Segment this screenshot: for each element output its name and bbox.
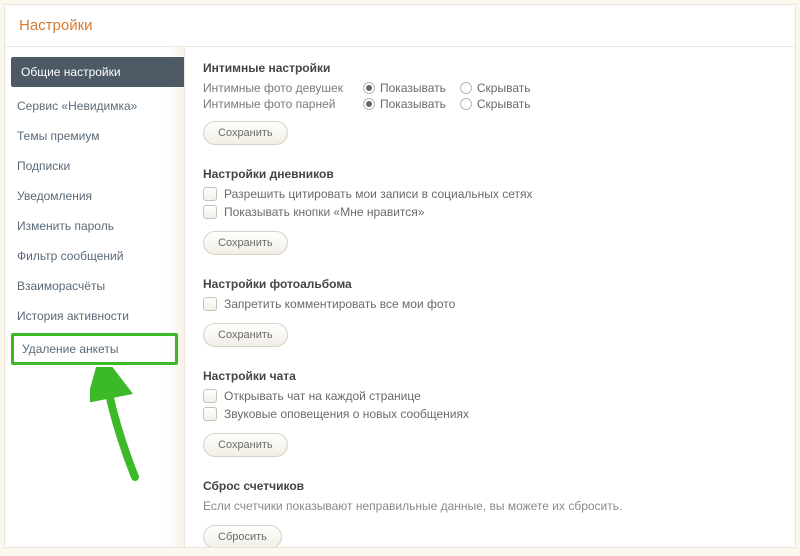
sidebar-item-subscriptions[interactable]: Подписки bbox=[5, 151, 184, 181]
sidebar-item-settlements[interactable]: Взаиморасчёты bbox=[5, 271, 184, 301]
save-button[interactable]: Сохранить bbox=[203, 231, 288, 255]
page-title: Настройки bbox=[19, 17, 781, 34]
checkbox-label: Показывать кнопки «Мне нравится» bbox=[224, 205, 424, 219]
section-title: Настройки дневников bbox=[203, 167, 777, 181]
sidebar-item-general[interactable]: Общие настройки bbox=[11, 57, 184, 87]
section-title: Настройки чата bbox=[203, 369, 777, 383]
checkbox-label: Открывать чат на каждой странице bbox=[224, 389, 421, 403]
sidebar-item-delete-profile[interactable]: Удаление анкеты bbox=[11, 333, 178, 365]
section-title: Интимные настройки bbox=[203, 61, 777, 75]
sidebar-item-message-filter[interactable]: Фильтр сообщений bbox=[5, 241, 184, 271]
page-header: Настройки bbox=[5, 5, 795, 47]
radio-show[interactable]: Показывать bbox=[363, 81, 446, 95]
reset-button[interactable]: Сбросить bbox=[203, 525, 282, 547]
sidebar-item-change-password[interactable]: Изменить пароль bbox=[5, 211, 184, 241]
section-intimate: Интимные настройки Интимные фото девушек… bbox=[203, 61, 777, 145]
radio-dot-icon bbox=[460, 82, 472, 94]
row-label: Интимные фото девушек bbox=[203, 81, 363, 95]
section-title: Сброс счетчиков bbox=[203, 479, 777, 493]
settings-main: Интимные настройки Интимные фото девушек… bbox=[185, 47, 795, 547]
checkbox[interactable] bbox=[203, 407, 217, 421]
checkbox[interactable] bbox=[203, 297, 217, 311]
sidebar-item-invisible[interactable]: Сервис «Невидимка» bbox=[5, 91, 184, 121]
save-button[interactable]: Сохранить bbox=[203, 433, 288, 457]
sidebar-item-activity-history[interactable]: История активности bbox=[5, 301, 184, 331]
section-counters: Сброс счетчиков Если счетчики показывают… bbox=[203, 479, 777, 547]
checkbox-label: Разрешить цитировать мои записи в социал… bbox=[224, 187, 533, 201]
checkbox[interactable] bbox=[203, 205, 217, 219]
radio-dot-icon bbox=[460, 98, 472, 110]
settings-sidebar: Общие настройки Сервис «Невидимка» Темы … bbox=[5, 47, 185, 547]
section-title: Настройки фотоальбома bbox=[203, 277, 777, 291]
section-description: Если счетчики показывают неправильные да… bbox=[203, 499, 777, 513]
sidebar-item-themes[interactable]: Темы премиум bbox=[5, 121, 184, 151]
annotation-arrow-icon bbox=[90, 367, 160, 487]
checkbox-label: Запретить комментировать все мои фото bbox=[224, 297, 455, 311]
radio-hide[interactable]: Скрывать bbox=[460, 97, 531, 111]
section-album: Настройки фотоальбома Запретить комменти… bbox=[203, 277, 777, 347]
radio-hide[interactable]: Скрывать bbox=[460, 81, 531, 95]
row-label: Интимные фото парней bbox=[203, 97, 363, 111]
save-button[interactable]: Сохранить bbox=[203, 323, 288, 347]
section-diaries: Настройки дневников Разрешить цитировать… bbox=[203, 167, 777, 255]
radio-show[interactable]: Показывать bbox=[363, 97, 446, 111]
checkbox-label: Звуковые оповещения о новых сообщениях bbox=[224, 407, 469, 421]
checkbox[interactable] bbox=[203, 187, 217, 201]
section-chat: Настройки чата Открывать чат на каждой с… bbox=[203, 369, 777, 457]
radio-dot-icon bbox=[363, 82, 375, 94]
sidebar-item-notifications[interactable]: Уведомления bbox=[5, 181, 184, 211]
radio-dot-icon bbox=[363, 98, 375, 110]
save-button[interactable]: Сохранить bbox=[203, 121, 288, 145]
checkbox[interactable] bbox=[203, 389, 217, 403]
